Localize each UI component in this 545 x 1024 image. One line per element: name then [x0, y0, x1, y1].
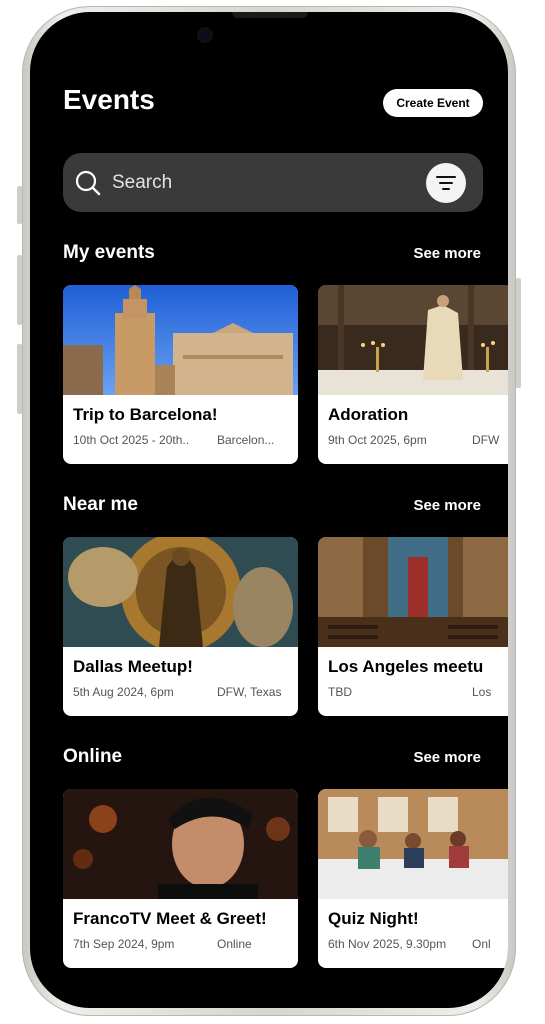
event-location: Online: [217, 937, 252, 951]
filter-button[interactable]: [426, 163, 466, 203]
search-input[interactable]: Search: [112, 172, 172, 194]
event-title: Los Angeles meetu: [328, 657, 484, 676]
event-image-adoration: [318, 285, 508, 395]
search-bar[interactable]: Search: [63, 153, 483, 212]
event-image-church: [318, 537, 508, 647]
phone-volume-up: [17, 255, 22, 325]
event-location: DFW, Texas: [217, 685, 282, 699]
event-card[interactable]: Adoration 9th Oct 2025, 6pm DFW: [318, 285, 508, 464]
app-screen: Events Create Event Search My events See…: [30, 12, 508, 1008]
section-title-online: Online: [63, 746, 123, 767]
search-icon: [75, 170, 101, 196]
event-date: 6th Nov 2025, 9.30pm: [328, 937, 447, 951]
section-title-my-events: My events: [63, 242, 155, 263]
event-title: Dallas Meetup!: [73, 657, 193, 676]
event-title: Quiz Night!: [328, 909, 419, 928]
event-location: DFW: [472, 433, 500, 447]
event-image-barcelona: [63, 285, 298, 395]
event-location: Barcelon...: [217, 433, 275, 447]
speaker-notch: [232, 12, 308, 18]
see-more-online[interactable]: See more: [413, 749, 481, 766]
event-image-portrait: [63, 789, 298, 899]
event-location: Los: [472, 685, 492, 699]
phone-volume-down: [17, 344, 22, 414]
event-location: Onl: [472, 937, 491, 951]
filter-icon: [436, 176, 456, 190]
event-date: 9th Oct 2025, 6pm: [328, 433, 427, 447]
event-date: 10th Oct 2025 - 20th..: [73, 433, 190, 447]
phone-action-button: [17, 186, 22, 224]
event-date: 5th Aug 2024, 6pm: [73, 685, 174, 699]
section-title-near-me: Near me: [63, 494, 138, 515]
event-image-madonna: [63, 537, 298, 647]
event-card[interactable]: Trip to Barcelona! 10th Oct 2025 - 20th.…: [63, 285, 298, 464]
phone-power-button: [516, 278, 521, 388]
event-title: Trip to Barcelona!: [73, 405, 218, 424]
event-card[interactable]: FrancoTV Meet & Greet! 7th Sep 2024, 9pm…: [63, 789, 298, 968]
event-card[interactable]: Los Angeles meetu TBD Los: [318, 537, 508, 716]
see-more-near-me[interactable]: See more: [413, 497, 481, 514]
create-event-button[interactable]: Create Event: [383, 89, 483, 117]
event-date: TBD: [328, 685, 352, 699]
event-image-quiz-room: [318, 789, 508, 899]
event-date: 7th Sep 2024, 9pm: [73, 937, 175, 951]
see-more-my-events[interactable]: See more: [413, 245, 481, 262]
front-camera: [199, 29, 211, 41]
page-title: Events: [63, 84, 155, 115]
event-card[interactable]: Dallas Meetup! 5th Aug 2024, 6pm DFW, Te…: [63, 537, 298, 716]
event-card[interactable]: Quiz Night! 6th Nov 2025, 9.30pm Onl: [318, 789, 508, 968]
event-title: FrancoTV Meet & Greet!: [73, 909, 267, 928]
event-title: Adoration: [328, 405, 409, 424]
